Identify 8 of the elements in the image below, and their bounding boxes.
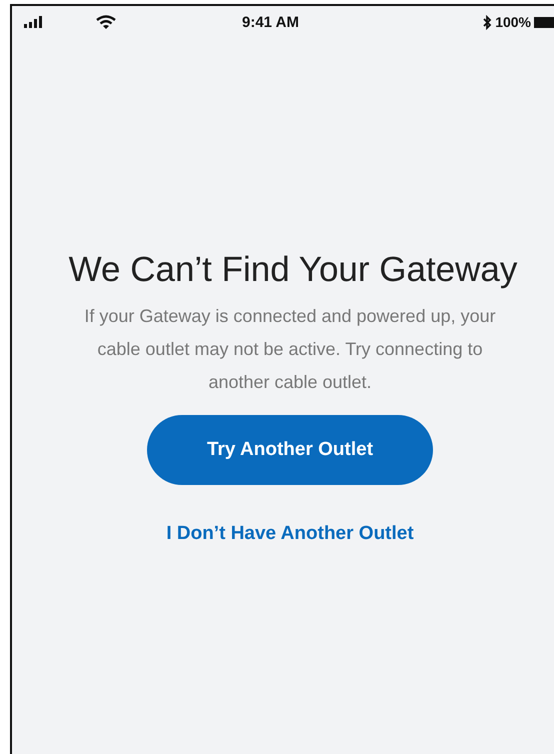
status-time: 9:41 AM xyxy=(242,14,299,30)
try-another-outlet-button[interactable]: Try Another Outlet xyxy=(147,415,433,485)
heading: We Can’t Find Your Gateway xyxy=(68,250,518,290)
wifi-icon xyxy=(96,14,116,30)
bluetooth-icon xyxy=(483,14,492,30)
battery-percent: 100% xyxy=(495,14,531,30)
message-text: If your Gateway is connected and powered up, your cable outlet may not be active. Try connecting to another cable outlet. xyxy=(83,305,497,394)
no-outlet-link[interactable]: I Don’t Have Another Outlet xyxy=(166,523,414,545)
